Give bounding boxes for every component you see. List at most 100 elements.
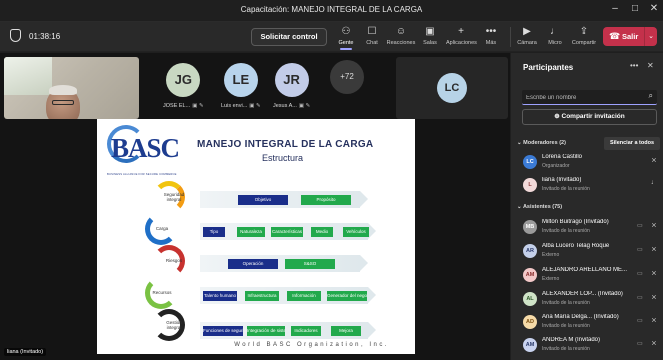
- request-control-button[interactable]: Solicitar control: [251, 28, 327, 46]
- camera-off-icon: ▭: [637, 295, 643, 301]
- box-generador: Generador del negocio: [327, 291, 367, 301]
- step-label: Riesgos: [165, 258, 183, 263]
- attendees-header[interactable]: ⌄ Asistentes (75): [517, 204, 562, 210]
- reactions-button[interactable]: ☺ Reacciones: [386, 26, 416, 46]
- box-infraestructura: Infraestructura: [245, 291, 279, 301]
- box-talento: Talento humano: [203, 291, 237, 301]
- mic-button[interactable]: ♩ Micro: [540, 26, 570, 46]
- toolbar-divider: [510, 27, 511, 47]
- avatar: AD: [523, 315, 537, 329]
- step-label: Seguridad integral: [163, 192, 185, 203]
- window-title: Capacitación: MANEJO INTEGRAL DE LA CARG…: [240, 5, 423, 14]
- leave-button[interactable]: ☎ Salir ⌄: [603, 27, 657, 46]
- meeting-stage: JG JOSE EL... ▣ ✎ LE Luis envi... ▣ ✎ JR J…: [0, 53, 510, 360]
- box-integracion: Integración de sistemas: [247, 326, 285, 336]
- box-vehiculos: Vehículos: [343, 227, 369, 237]
- rooms-button[interactable]: ▣ Salas: [415, 26, 445, 46]
- title-bar: Capacitación: MANEJO INTEGRAL DE LA CARG…: [0, 0, 663, 22]
- teams-meeting-window: Capacitación: MANEJO INTEGRAL DE LA CARG…: [0, 0, 663, 360]
- camera-button[interactable]: ▶ Cámara: [512, 26, 542, 46]
- share-button[interactable]: ⇪ Compartir: [569, 26, 599, 46]
- box-objetivo: Objetivo: [238, 195, 288, 205]
- avatar: AM: [523, 268, 537, 282]
- close-icon[interactable]: ✕: [646, 3, 662, 14]
- mic-off-icon: ⨯: [651, 317, 657, 324]
- participant-row[interactable]: L liana (Invitado) Invitado de la reunió…: [517, 175, 661, 197]
- participant-row[interactable]: MB Milton Buitrago (Invitado) Invitado d…: [517, 217, 661, 239]
- box-caracteristicas: Características: [271, 227, 303, 237]
- participant-row[interactable]: AD Ana María Delga... (Invitado) Invitad…: [517, 312, 661, 334]
- search-icon[interactable]: ⌕: [649, 91, 653, 101]
- more-icon: •••: [485, 26, 497, 37]
- box-sso: S&SO: [285, 259, 335, 269]
- box-indicadores: Indicadores: [291, 326, 321, 336]
- mic-off-icon: ⨯: [651, 294, 657, 301]
- chevron-down-icon[interactable]: ⌄: [644, 27, 657, 46]
- rooms-icon: ▣: [425, 26, 435, 37]
- basc-logo-subtitle: BUSINESS ALLIANCE FOR SECURE COMMERCE: [107, 173, 177, 176]
- moderators-header[interactable]: ⌄ Moderadores (2): [517, 140, 566, 146]
- box-funciones: Funciones de seguridad integral (SGCS): [203, 326, 243, 336]
- mic-off-icon: ⨯: [651, 222, 657, 229]
- avatar: LC: [437, 73, 467, 103]
- participant-row[interactable]: AM ANDREA M (Invitado) Invitado de la re…: [517, 335, 661, 357]
- slide-title: MANEJO INTEGRAL DE LA CARGA: [197, 139, 374, 150]
- search-input[interactable]: [526, 92, 636, 103]
- minimize-icon[interactable]: –: [607, 3, 623, 14]
- participant-row[interactable]: AM ALEJANDRO ARELLANO ME... Externo ▭ ⨯: [517, 265, 661, 287]
- avatar: AR: [523, 244, 537, 258]
- box-medio: Medio: [311, 227, 333, 237]
- panel-title: Participantes: [523, 63, 574, 72]
- apps-icon: +: [458, 26, 464, 37]
- participants-panel: Participantes ••• ✕ ⌕ ⊕ Compartir invita…: [511, 53, 663, 360]
- box-naturaleza: Naturaleza: [237, 227, 265, 237]
- row-band: [200, 255, 368, 272]
- mic-off-icon: ⨯: [651, 340, 657, 347]
- participant-row[interactable]: LC Lorena Castillo Organizador ⨯: [517, 152, 661, 174]
- apps-button[interactable]: + Aplicaciones: [446, 26, 477, 46]
- mic-off-icon: ⨯: [651, 157, 657, 164]
- maximize-icon[interactable]: □: [627, 3, 643, 14]
- camera-off-icon: ▶: [523, 26, 531, 37]
- share-invite-icon: ⊕: [554, 113, 562, 120]
- more-options-icon[interactable]: •••: [630, 61, 638, 70]
- avatar: L: [523, 178, 537, 192]
- mic-icon: ♩: [651, 179, 658, 186]
- participant-tile[interactable]: LE Luis envi... ▣ ✎: [221, 63, 261, 109]
- shield-icon: [10, 29, 21, 42]
- participant-row[interactable]: AL ALEXANDER LOP... (Invitado) Invitado …: [517, 289, 661, 311]
- silence-all-button[interactable]: Silenciar a todos: [604, 137, 660, 150]
- avatar: LE: [223, 63, 258, 97]
- avatar: AL: [523, 292, 537, 306]
- basc-logo: BASC: [111, 133, 180, 163]
- presenter-video[interactable]: [4, 57, 139, 119]
- more-participants-tile[interactable]: +72: [330, 60, 364, 94]
- shared-slide: BASC BUSINESS ALLIANCE FOR SECURE COMMER…: [97, 119, 415, 354]
- close-panel-icon[interactable]: ✕: [647, 61, 654, 70]
- chat-icon: ☐: [367, 26, 377, 37]
- participant-tile-lc[interactable]: LC: [396, 57, 508, 119]
- avatar: AM: [523, 338, 537, 352]
- step-label: Recursos: [152, 290, 172, 295]
- camera-off-icon: ▭: [637, 247, 643, 253]
- slide-footer: World BASC Organization, Inc.: [234, 342, 389, 348]
- participant-tile[interactable]: JR Jesus A... ▣ ✎: [273, 63, 310, 109]
- avatar: MB: [523, 220, 537, 234]
- more-button[interactable]: ••• Más: [476, 26, 506, 46]
- mic-off-icon: ♩: [550, 26, 560, 37]
- step-label: Carga: [155, 226, 169, 231]
- overflow-count: +72: [330, 60, 364, 94]
- meeting-timer: 01:38:16: [29, 32, 61, 41]
- box-proposito: Propósito: [301, 195, 351, 205]
- participant-tile[interactable]: JG JOSE EL... ▣ ✎: [163, 63, 204, 109]
- slide-subtitle: Estructura: [262, 153, 304, 163]
- reactions-icon: ☺: [395, 26, 407, 37]
- meeting-toolbar: 01:38:16 Solicitar control ⚇ Gente ☐ Cha…: [0, 22, 663, 52]
- chat-button[interactable]: ☐ Chat: [357, 26, 387, 46]
- share-icon: ⇪: [579, 26, 589, 37]
- participant-row[interactable]: AR Alba Lucero Telag Roque Externo ▭ ⨯: [517, 241, 661, 263]
- share-invite-button[interactable]: ⊕ Compartir invitación: [522, 109, 657, 125]
- box-informacion: Información: [287, 291, 321, 301]
- camera-off-icon: ▭: [637, 223, 643, 229]
- step-label: Gestión integral: [166, 320, 182, 331]
